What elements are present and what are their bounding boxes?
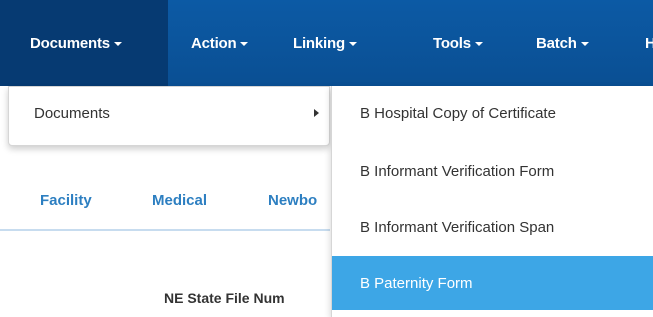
- nav-tools-label: Tools: [433, 34, 471, 52]
- submenu-item-label: B Informant Verification Span: [360, 218, 555, 236]
- submenu-item-label: B Hospital Copy of Certificate: [360, 104, 556, 122]
- nav-batch[interactable]: Batch: [536, 0, 589, 86]
- nav-documents-label: Documents: [30, 34, 110, 52]
- record-tabs: Facility Medical Newbo: [0, 180, 330, 232]
- nav-linking-label: Linking: [293, 34, 345, 52]
- nav-documents[interactable]: Documents: [0, 0, 168, 86]
- tabs-divider: [0, 229, 330, 231]
- nav-action[interactable]: Action: [191, 0, 249, 86]
- documents-dropdown-menu: Documents: [8, 86, 330, 146]
- submenu-item-paternity-form[interactable]: B Paternity Form: [332, 256, 653, 310]
- nav-help-label: H: [645, 34, 653, 52]
- caret-down-icon: [113, 42, 122, 46]
- nav-linking[interactable]: Linking: [293, 0, 357, 86]
- submenu-item-hospital-copy[interactable]: B Hospital Copy of Certificate: [332, 86, 653, 140]
- caret-down-icon: [580, 42, 589, 46]
- nav-batch-label: Batch: [536, 34, 577, 52]
- top-navigation-bar: Documents Action Linking Tools Batch H: [0, 0, 653, 86]
- state-file-number-label: NE State File Num: [164, 290, 285, 306]
- submenu-item-label: B Informant Verification Form: [360, 162, 555, 180]
- tab-newborn[interactable]: Newbo: [268, 192, 317, 209]
- caret-right-icon: [314, 109, 319, 117]
- nav-help[interactable]: H: [645, 0, 653, 86]
- caret-down-icon: [348, 42, 357, 46]
- nav-action-label: Action: [191, 34, 237, 52]
- tab-medical[interactable]: Medical: [152, 192, 207, 209]
- caret-down-icon: [240, 42, 249, 46]
- menu-item-documents-label: Documents: [34, 104, 110, 122]
- submenu-item-informant-verification-form[interactable]: B Informant Verification Form: [332, 144, 653, 198]
- submenu-item-label: B Paternity Form: [360, 274, 473, 292]
- menu-item-documents[interactable]: Documents: [9, 87, 329, 139]
- nav-tools[interactable]: Tools: [433, 0, 483, 86]
- caret-down-icon: [474, 42, 483, 46]
- submenu-item-informant-verification-span[interactable]: B Informant Verification Span: [332, 200, 653, 254]
- tab-facility[interactable]: Facility: [40, 192, 92, 209]
- documents-submenu: B Hospital Copy of Certificate B Informa…: [331, 86, 653, 317]
